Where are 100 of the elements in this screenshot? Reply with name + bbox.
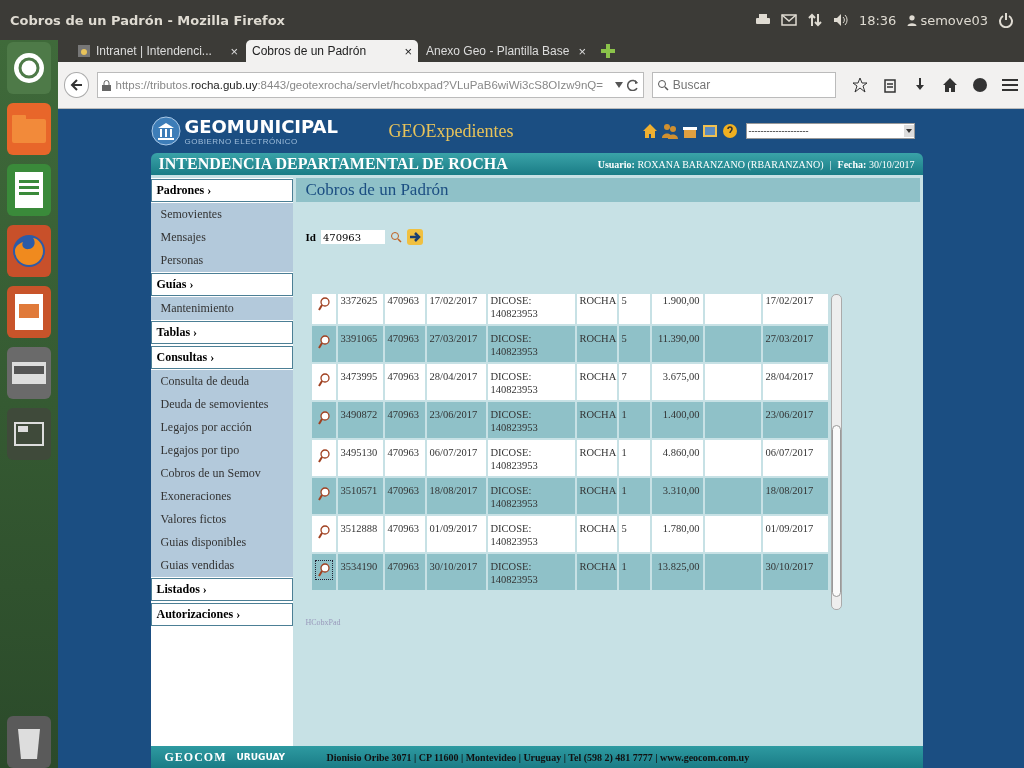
menu-item[interactable]: Guias vendidas [150, 554, 293, 577]
back-button[interactable] [64, 72, 90, 98]
close-tab-button[interactable]: × [404, 43, 412, 59]
table-cell: DICOSE: 140823953 [487, 554, 575, 590]
search-icon[interactable] [389, 231, 402, 243]
menu-item[interactable]: Valores fictos [150, 508, 293, 531]
menu-item[interactable]: Exoneraciones [150, 485, 293, 508]
browser-tab[interactable]: Cobros de un Padrón × [246, 40, 418, 62]
select-dropdown[interactable]: -------------------- [745, 123, 915, 139]
search-icon [656, 79, 669, 91]
table-cell: DICOSE: 140823953 [487, 326, 575, 362]
menu-item[interactable]: Mantenimiento [150, 297, 293, 320]
go-arrow-icon[interactable] [406, 229, 423, 245]
table-cell: 7 [618, 364, 650, 400]
picture-frame-icon[interactable] [701, 123, 718, 139]
table-cell: 06/07/2017 [426, 440, 486, 476]
table-cell: 17/02/2017 [762, 294, 828, 324]
mail-icon[interactable] [780, 12, 797, 28]
reload-icon[interactable] [626, 79, 639, 91]
magnifier-button[interactable] [314, 560, 333, 580]
table-cell: 5 [618, 326, 650, 362]
help-icon[interactable] [721, 123, 738, 139]
scanner-icon[interactable] [7, 347, 51, 399]
table-cell: 27/03/2017 [426, 326, 486, 362]
separator: | [829, 158, 832, 170]
menu-section[interactable]: Consultas › [150, 346, 293, 369]
new-tab-icon[interactable] [600, 43, 616, 59]
browser-tab[interactable]: Anexo Geo - Plantilla Base × [420, 40, 592, 62]
menu-section[interactable]: Listados › [150, 578, 293, 601]
table-cell: 1 [618, 402, 650, 438]
trash-icon[interactable] [7, 716, 51, 768]
table-cell: 3391065 [337, 326, 383, 362]
clock[interactable]: 18:36 [858, 12, 897, 28]
menu-item[interactable]: Guias disponibles [150, 531, 293, 554]
building-logo-icon [150, 116, 181, 146]
table-cell [704, 554, 761, 590]
table-cell: 28/04/2017 [426, 364, 486, 400]
close-tab-button[interactable]: × [230, 43, 238, 59]
table-cell: ROCHA [576, 478, 617, 514]
date-info: Fecha: 30/10/2017 [837, 158, 915, 170]
program-name: HCobxPad [304, 617, 342, 627]
table-cell: 470963 [384, 516, 425, 552]
table-cell: 11.390,00 [651, 326, 703, 362]
user-icon[interactable] [906, 12, 919, 28]
star-icon[interactable] [852, 77, 868, 93]
organization-title: INTENDENCIA DEPARTAMENTAL DE ROCHA [158, 155, 509, 173]
table-cell [704, 478, 761, 514]
search-box[interactable]: Buscar [651, 72, 836, 98]
id-field[interactable]: 470963 [320, 230, 385, 244]
table-cell: ROCHA [576, 364, 617, 400]
spreadsheet-icon[interactable] [7, 164, 51, 216]
clipboard-icon[interactable] [882, 77, 898, 93]
table-cell: 4.860,00 [651, 440, 703, 476]
presentation-icon[interactable] [7, 286, 51, 338]
network-arrows-icon[interactable] [806, 12, 823, 28]
table-cell: 27/03/2017 [762, 326, 828, 362]
home-icon[interactable] [942, 77, 958, 93]
table-cell: DICOSE: 140823953 [487, 440, 575, 476]
table-cell: 1 [618, 478, 650, 514]
menu-item[interactable]: Consulta de deuda [150, 370, 293, 393]
user-name[interactable]: semove03 [920, 12, 988, 28]
firefox-icon[interactable] [7, 225, 51, 277]
menu-section[interactable]: Tablas › [150, 321, 293, 344]
power-icon[interactable] [998, 12, 1014, 28]
table-cell [704, 294, 761, 324]
table-cell: 01/09/2017 [426, 516, 486, 552]
table-cell: 3510571 [337, 478, 383, 514]
ubuntu-logo-icon[interactable] [7, 42, 51, 94]
table-cell: ROCHA [576, 554, 617, 590]
table-cell: 23/06/2017 [426, 402, 486, 438]
caret-icon [903, 125, 914, 137]
browser-tab[interactable]: Intranet | Intendenci... × [72, 40, 244, 62]
scrollbar[interactable] [830, 294, 842, 610]
volume-icon[interactable] [832, 12, 849, 28]
menu-item[interactable]: Legajos por tipo [150, 439, 293, 462]
table-cell: 3512888 [337, 516, 383, 552]
menu-item[interactable]: Semovientes [150, 203, 293, 226]
table-cell: 1.900,00 [651, 294, 703, 324]
footer-country: URUGUAY [236, 752, 287, 762]
menu-section[interactable]: Guías › [150, 273, 293, 296]
window-title: Cobros de un Padrón - Mozilla Firefox [10, 12, 286, 28]
menu-item[interactable]: Deuda de semovientes [150, 393, 293, 416]
menu-item[interactable]: Legajos por acción [150, 416, 293, 439]
back-arrow-icon [69, 78, 84, 92]
footer-address: Dionisio Oribe 3071 | CP 11600 | Montevideo | Uruguay | Tel (598 2) 481 7777 | www.geocom.com.uy [326, 751, 750, 763]
workspace-icon[interactable] [7, 408, 51, 460]
table-cell: 470963 [384, 402, 425, 438]
table-cell: 1 [618, 554, 650, 590]
dropdown-icon[interactable] [614, 82, 623, 88]
table-cell: 3495130 [337, 440, 383, 476]
menu-icon[interactable] [1002, 77, 1018, 93]
menu-item[interactable]: Mensajes [150, 226, 293, 249]
table-cell: 06/07/2017 [762, 440, 828, 476]
menu-section[interactable]: Padrones › [150, 179, 293, 202]
menu-item[interactable]: Cobros de un Semov [150, 462, 293, 485]
menu-section[interactable]: Autorizaciones › [150, 603, 293, 626]
address-bar[interactable]: https://tributos.rocha.gub.uy:8443/geotexrocha/servlet/hcobxpad?VLuPaB6wiWi3cS8OIzw9nQ= [97, 72, 644, 98]
table-cell: ROCHA [576, 326, 617, 362]
menu-item[interactable]: Personas [150, 249, 293, 272]
close-tab-button[interactable]: × [578, 43, 586, 59]
